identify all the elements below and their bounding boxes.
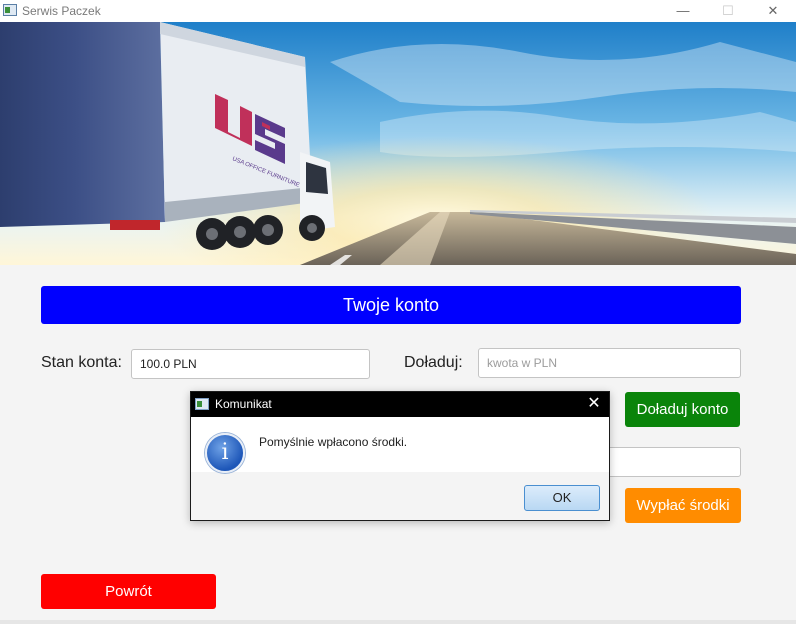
withdraw-button[interactable]: Wypłać środki xyxy=(625,488,741,523)
window-title-bar: Serwis Paczek — ☐ ✕ xyxy=(0,0,796,22)
close-button[interactable]: ✕ xyxy=(750,0,796,22)
info-icon: i xyxy=(205,433,245,473)
balance-field[interactable]: 100.0 PLN xyxy=(131,349,370,379)
withdraw-amount-input[interactable] xyxy=(600,447,741,477)
topup-placeholder: kwota w PLN xyxy=(487,356,558,370)
message-dialog: Komunikat ✕ i Pomyślnie wpłacono środki.… xyxy=(190,391,610,521)
window-title: Serwis Paczek xyxy=(22,4,101,18)
minimize-button[interactable]: — xyxy=(660,0,706,22)
dialog-body: i Pomyślnie wpłacono środki. OK xyxy=(191,417,609,519)
dialog-ok-button[interactable]: OK xyxy=(524,485,600,511)
window-bottom-edge xyxy=(0,620,796,624)
topup-button[interactable]: Doładuj konto xyxy=(625,392,740,427)
app-icon xyxy=(3,4,17,16)
dialog-app-icon xyxy=(195,398,209,410)
back-button[interactable]: Powrót xyxy=(41,574,216,609)
dialog-title-bar: Komunikat ✕ xyxy=(191,392,609,417)
maximize-button[interactable]: ☐ xyxy=(705,0,751,22)
dialog-message-area: i Pomyślnie wpłacono środki. xyxy=(191,417,609,473)
topup-label: Doładuj: xyxy=(404,354,463,371)
balance-label: Stan konta: xyxy=(41,354,122,371)
dialog-message: Pomyślnie wpłacono środki. xyxy=(259,435,408,449)
dialog-close-button[interactable]: ✕ xyxy=(583,394,605,414)
topup-amount-input[interactable]: kwota w PLN xyxy=(478,348,741,378)
truck-highway-illustration: USA OFFICE FURNITURE xyxy=(0,22,796,265)
dialog-title: Komunikat xyxy=(215,397,272,411)
banner-image: USA OFFICE FURNITURE xyxy=(0,22,796,265)
account-header: Twoje konto xyxy=(41,286,741,324)
